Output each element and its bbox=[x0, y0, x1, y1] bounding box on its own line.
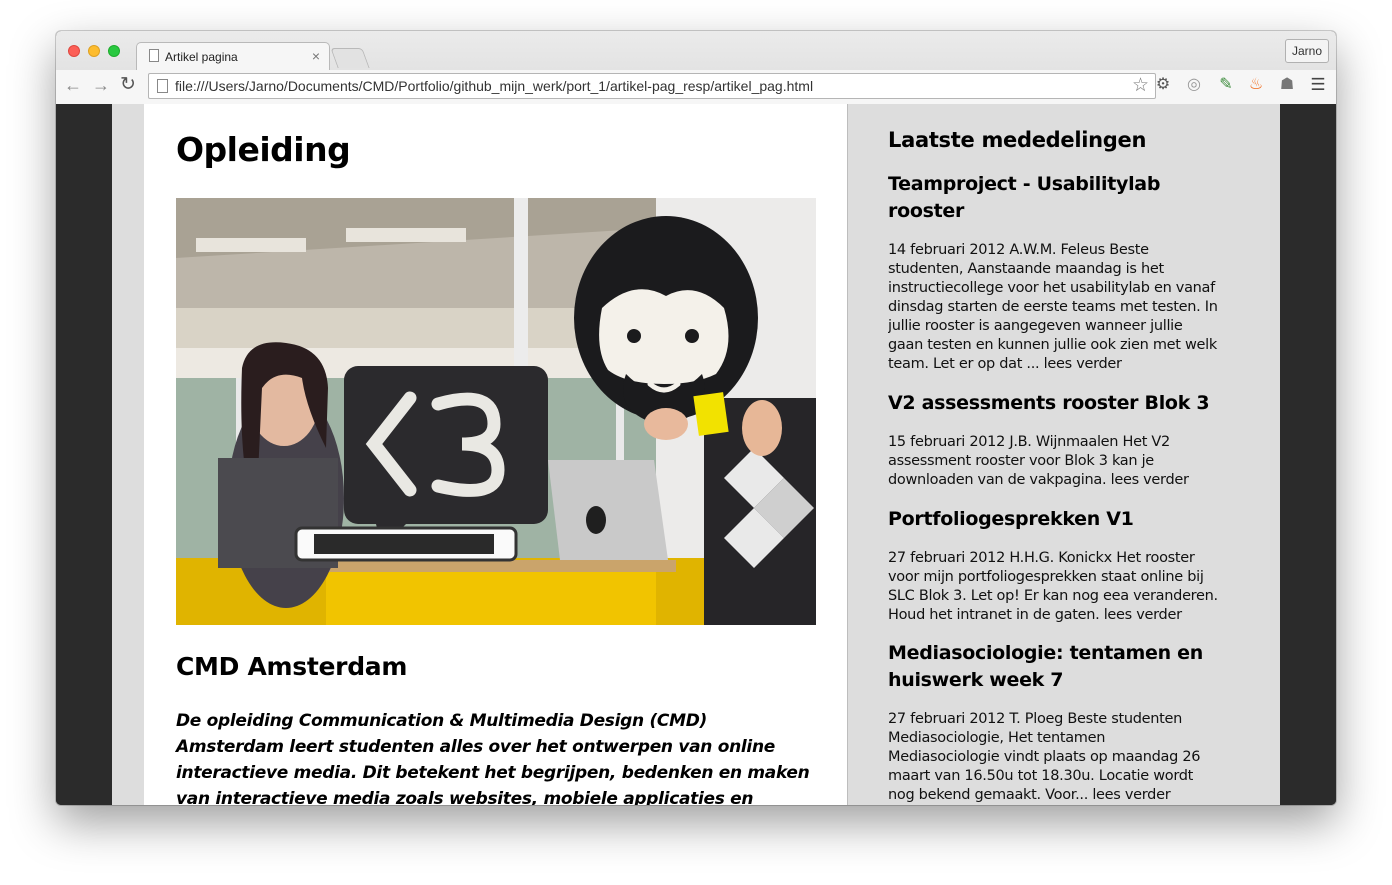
new-tab-button[interactable] bbox=[330, 48, 370, 68]
sidebar-title: Laatste mededelingen bbox=[888, 128, 1147, 152]
document-icon bbox=[149, 49, 159, 62]
url-text[interactable]: file:///Users/Jarno/Documents/CMD/Portfo… bbox=[175, 78, 813, 94]
eyedropper-icon[interactable]: ✎ bbox=[1216, 75, 1236, 95]
browser-tab[interactable]: Artikel pagina × bbox=[136, 42, 330, 70]
page-viewport[interactable]: Opleiding CMD Amsterdam De opleiding Com… bbox=[56, 104, 1336, 805]
tab-close-icon[interactable]: × bbox=[312, 48, 320, 64]
page-title: Opleiding bbox=[176, 130, 351, 169]
forward-arrow-icon[interactable]: → bbox=[92, 74, 110, 96]
back-arrow-icon[interactable]: ← bbox=[64, 74, 82, 96]
bookmark-star-icon[interactable]: ☆ bbox=[1132, 74, 1149, 97]
announcement-text: 27 februari 2012 T. Ploeg Beste studente… bbox=[888, 711, 1201, 803]
window-minimize-button[interactable] bbox=[88, 45, 100, 57]
cmd-students-photo bbox=[176, 198, 816, 625]
flame-icon[interactable]: ♨ bbox=[1246, 75, 1266, 95]
page-icon bbox=[157, 79, 168, 93]
announcement-title[interactable]: Portfoliogesprekken V1 bbox=[888, 506, 1218, 533]
hero-image bbox=[176, 198, 816, 625]
window-maximize-button[interactable] bbox=[108, 45, 120, 57]
announcement-text: 15 februari 2012 J.B. Wijnmaalen Het V2 … bbox=[888, 434, 1189, 488]
disable-extension-icon[interactable]: ◎ bbox=[1184, 75, 1204, 95]
browser-window: Artikel pagina × Jarno ← → ↻ file:///Use… bbox=[56, 31, 1336, 805]
browser-chrome: Artikel pagina × Jarno ← → ↻ file:///Use… bbox=[56, 31, 1336, 104]
tab-title: Artikel pagina bbox=[165, 50, 238, 64]
main-content: Opleiding CMD Amsterdam De opleiding Com… bbox=[144, 104, 848, 805]
announcement-title[interactable]: V2 assessments rooster Blok 3 bbox=[888, 390, 1218, 417]
page-wrapper: Opleiding CMD Amsterdam De opleiding Com… bbox=[112, 104, 1280, 805]
announcement-text: 27 februari 2012 H.H.G. Konickx Het roos… bbox=[888, 550, 1218, 623]
ghost-icon[interactable]: ☗ bbox=[1277, 75, 1297, 95]
gear-icon[interactable]: ⚙ bbox=[1153, 75, 1173, 95]
profile-button[interactable]: Jarno bbox=[1285, 39, 1329, 63]
section-heading: CMD Amsterdam bbox=[176, 652, 408, 681]
reload-icon[interactable]: ↻ bbox=[120, 74, 136, 96]
window-close-button[interactable] bbox=[68, 45, 80, 57]
toolbar: ← → ↻ file:///Users/Jarno/Documents/CMD/… bbox=[56, 70, 1336, 104]
announcement-title[interactable]: Teamproject - Usabilitylab rooster bbox=[888, 171, 1218, 225]
announcement-title[interactable]: Mediasociologie: tentamen en huiswerk we… bbox=[888, 640, 1218, 694]
address-bar[interactable]: file:///Users/Jarno/Documents/CMD/Portfo… bbox=[148, 73, 1156, 99]
announcements-sidebar: Laatste mededelingen Teamproject - Usabi… bbox=[888, 104, 1220, 805]
menu-icon[interactable]: ☰ bbox=[1308, 75, 1328, 95]
intro-paragraph: De opleiding Communication & Multimedia … bbox=[176, 711, 810, 805]
announcement-text: 14 februari 2012 A.W.M. Feleus Beste stu… bbox=[888, 242, 1218, 372]
